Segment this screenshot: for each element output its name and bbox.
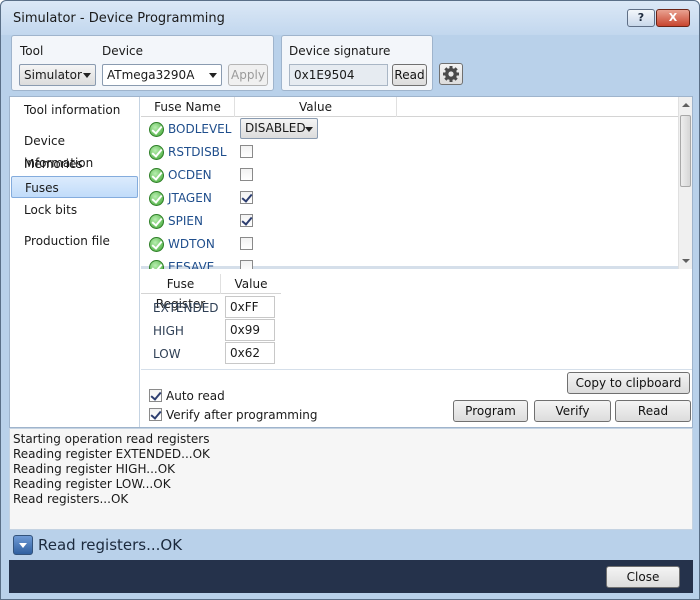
fuse-name: RSTDISBL xyxy=(168,145,227,159)
device-programming-window: Simulator - Device Programming ? X Tool … xyxy=(0,0,700,600)
sidebar: Tool information Device information Memo… xyxy=(10,97,140,427)
scrollbar-thumb[interactable] xyxy=(680,115,691,187)
register-value-low[interactable]: 0x62 xyxy=(225,342,275,364)
window-title: Simulator - Device Programming xyxy=(13,11,225,26)
spien-checkbox[interactable] xyxy=(240,214,253,227)
expand-log-button[interactable] xyxy=(13,535,33,555)
scroll-up-icon[interactable] xyxy=(682,103,690,107)
log-line: Reading register EXTENDED...OK xyxy=(13,447,210,461)
auto-read-label: Auto read xyxy=(166,389,225,403)
output-log: Starting operation read registers Readin… xyxy=(9,428,693,530)
help-button[interactable]: ? xyxy=(627,9,655,27)
register-value-extended[interactable]: 0xFF xyxy=(225,296,275,318)
column-header-fuse-name: Fuse Name xyxy=(141,97,235,117)
scroll-down-icon[interactable] xyxy=(682,259,690,263)
sidebar-item-memories[interactable]: Memories xyxy=(11,153,138,175)
register-value-high[interactable]: 0x99 xyxy=(225,319,275,341)
sidebar-item-lock-bits[interactable]: Lock bits xyxy=(11,199,138,221)
check-ok-icon xyxy=(149,168,164,183)
settings-button[interactable] xyxy=(439,63,463,85)
verify-button[interactable]: Verify xyxy=(534,400,611,422)
tool-device-group: Tool Device Simulator ATmega3290A Apply xyxy=(11,35,274,91)
chevron-down-icon xyxy=(83,73,91,78)
read-button[interactable]: Read xyxy=(615,400,691,422)
fuse-name: WDTON xyxy=(168,237,215,251)
rstdisbl-checkbox[interactable] xyxy=(240,145,253,158)
verify-after-option[interactable]: Verify after programming xyxy=(149,406,318,422)
tool-select-value: Simulator xyxy=(24,68,82,82)
apply-button[interactable]: Apply xyxy=(228,64,268,86)
chevron-down-icon xyxy=(305,127,313,132)
window-close-button[interactable]: X xyxy=(656,9,690,27)
tool-select[interactable]: Simulator xyxy=(19,64,96,86)
fuse-name: OCDEN xyxy=(168,168,212,182)
check-ok-icon xyxy=(149,191,164,206)
check-ok-icon xyxy=(149,214,164,229)
ocden-checkbox[interactable] xyxy=(240,168,253,181)
check-ok-icon xyxy=(149,145,164,160)
log-line: Starting operation read registers xyxy=(13,432,210,446)
check-ok-icon xyxy=(149,237,164,252)
bodlevel-select-value: DISABLED xyxy=(245,121,306,135)
device-signature-field: 0x1E9504 xyxy=(289,64,388,86)
fuse-name: SPIEN xyxy=(168,214,203,228)
jtagen-checkbox[interactable] xyxy=(240,191,253,204)
log-line: Reading register HIGH...OK xyxy=(13,462,176,476)
register-name-low: LOW xyxy=(153,347,181,361)
fuse-register-table: Fuse Register Value EXTENDED 0xFF HIGH 0… xyxy=(141,274,692,370)
device-signature-group: Device signature 0x1E9504 Read xyxy=(281,35,433,91)
auto-read-checkbox[interactable] xyxy=(149,389,162,402)
wdton-checkbox[interactable] xyxy=(240,237,253,250)
column-header-register-value: Value xyxy=(234,277,268,291)
device-select-value: ATmega3290A xyxy=(107,68,195,82)
device-signature-label: Device signature xyxy=(289,44,391,58)
tool-label: Tool xyxy=(20,44,44,58)
sidebar-item-production-file[interactable]: Production file xyxy=(11,230,138,252)
auto-read-option[interactable]: Auto read xyxy=(149,387,225,403)
check-ok-icon xyxy=(149,122,164,137)
gear-icon xyxy=(443,66,459,82)
sidebar-item-fuses[interactable]: Fuses xyxy=(11,176,138,198)
fuse-row-bodlevel: BODLEVEL DISABLED xyxy=(141,118,679,141)
fuse-grid-header: Fuse Name Value xyxy=(141,97,679,117)
log-line: Reading register LOW...OK xyxy=(13,477,171,491)
fuse-row-rstdisbl: RSTDISBL xyxy=(141,141,679,164)
fuse-grid: Fuse Name Value BODLEVEL DISABLED RSTDIS… xyxy=(141,97,692,269)
fuse-row-spien: SPIEN xyxy=(141,210,679,233)
column-header-value: Value xyxy=(235,97,397,117)
log-line: Read registers...OK xyxy=(13,492,129,506)
bodlevel-select[interactable]: DISABLED xyxy=(240,118,318,139)
device-select[interactable]: ATmega3290A xyxy=(102,64,222,86)
chevron-down-icon xyxy=(209,73,217,78)
fuse-grid-scrollbar[interactable] xyxy=(678,97,692,269)
title-bar: Simulator - Device Programming ? X xyxy=(1,1,699,35)
column-header-fuse-register: Fuse Register xyxy=(141,274,221,311)
status-bar: Read registers...OK xyxy=(9,530,693,560)
register-name-extended: EXTENDED xyxy=(153,301,219,315)
status-text: Read registers...OK xyxy=(38,536,183,554)
fuse-name: BODLEVEL xyxy=(168,122,232,136)
fuse-row-ocden: OCDEN xyxy=(141,164,679,187)
sidebar-item-device-information[interactable]: Device information xyxy=(11,130,138,170)
read-signature-button[interactable]: Read xyxy=(392,64,427,86)
fuse-row-wdton: WDTON xyxy=(141,233,679,256)
register-table-header: Fuse Register Value xyxy=(141,274,281,311)
sidebar-item-tool-information[interactable]: Tool information xyxy=(11,99,138,121)
fuse-name: JTAGEN xyxy=(168,191,212,205)
fuse-row-jtagen: JTAGEN xyxy=(141,187,679,210)
close-button[interactable]: Close xyxy=(606,566,680,588)
register-name-high: HIGH xyxy=(153,324,184,338)
dialog-footer: Close xyxy=(9,560,693,593)
eesave-checkbox[interactable] xyxy=(240,260,253,269)
fuse-row-eesave: EESAVE xyxy=(141,256,679,269)
device-label: Device xyxy=(102,44,144,58)
verify-after-label: Verify after programming xyxy=(166,408,318,422)
fuse-name: EESAVE xyxy=(168,260,215,269)
check-ok-icon xyxy=(149,260,164,269)
copy-to-clipboard-button[interactable]: Copy to clipboard xyxy=(567,372,690,394)
verify-after-checkbox[interactable] xyxy=(149,408,162,421)
main-panel: Tool information Device information Memo… xyxy=(9,96,693,428)
program-button[interactable]: Program xyxy=(453,400,528,422)
